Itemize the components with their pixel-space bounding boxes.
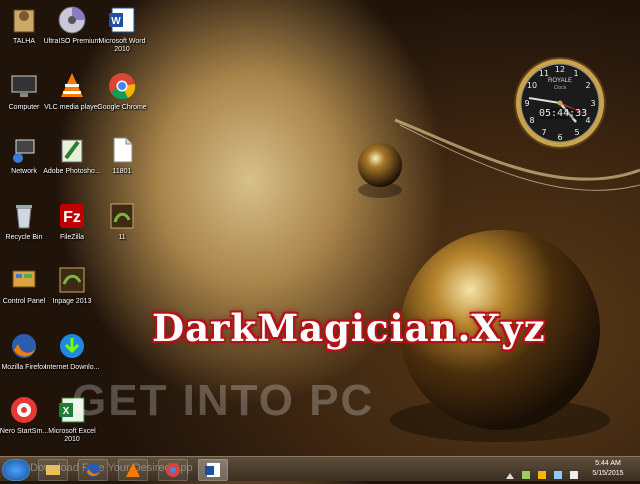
image-icon [106,200,138,232]
clock-gadget[interactable]: 12 1 2 345 678 9 10 11 ROYALE Clock 05:44:33 [513,56,607,150]
filezilla-icon: Fz [56,200,88,232]
user-folder-icon [8,4,40,36]
svg-text:X: X [63,406,70,417]
photoshop-icon [56,134,88,166]
word-icon [205,463,220,477]
svg-text:W: W [111,16,121,27]
inpage-icon [56,264,88,296]
svg-text:Fz: Fz [63,209,81,226]
control-panel-icon [8,264,40,296]
svg-text:9: 9 [524,99,529,108]
tray-expand-icon[interactable] [505,473,514,479]
tray-flag-icon[interactable] [537,471,546,479]
desktop-icon-11801[interactable]: 11801 [92,134,152,176]
svg-text:1: 1 [573,69,578,78]
nero-icon [8,394,40,426]
firefox-icon [86,463,100,477]
taskbar: Download Free Your Desired App 5:44 AM 5… [0,456,640,481]
clock-digital-readout: 05:44:33 [539,108,588,119]
taskbar-vlc-button[interactable] [118,459,148,481]
computer-icon [8,70,40,102]
svg-text:8: 8 [529,116,534,125]
svg-text:3: 3 [590,99,595,108]
desktop-icon-inpage[interactable]: Inpage 2013 [42,264,102,306]
recycle-bin-icon [8,200,40,232]
document-icon [106,134,138,166]
taskbar-word-button[interactable] [198,459,228,481]
desktop-icon-label: Microsoft Word 2010 [98,38,146,53]
desktop[interactable]: TALHA Computer Network Recycle Bin Contr… [0,0,640,456]
svg-text:5: 5 [574,128,579,137]
desktop-icon-label: 11801 [112,168,132,175]
desktop-icon-label: Google Chrome [97,104,147,111]
taskbar-time: 5:44 AM [595,460,621,467]
explorer-icon [46,465,60,475]
desktop-icon-chrome[interactable]: Google Chrome [92,70,152,112]
svg-text:12: 12 [555,65,565,74]
taskbar-firefox-button[interactable] [78,459,108,481]
svg-text:6: 6 [557,133,562,142]
firefox-icon [8,330,40,362]
desktop-icon-label: Inpage 2013 [52,298,92,305]
disc-icon [56,4,88,36]
start-button[interactable] [2,459,30,481]
desktop-icon-label: Microsoft Excel 2010 [48,428,96,443]
vlc-icon [126,463,140,477]
desktop-icon-11[interactable]: 11 [92,200,152,242]
chrome-icon [106,70,138,102]
word-icon: W [106,4,138,36]
taskbar-chrome-button[interactable] [158,459,188,481]
network-icon [8,134,40,166]
desktop-icon-idm[interactable]: Internet Downlo... [42,330,102,372]
desktop-icon-word[interactable]: W Microsoft Word 2010 [92,4,152,54]
clock-brand: ROYALE [548,78,572,84]
taskbar-date: 5/15/2015 [592,470,624,477]
svg-text:7: 7 [541,128,546,137]
idm-icon [56,330,88,362]
svg-text:11: 11 [539,69,549,78]
clock-sub: Clock [553,85,567,91]
chrome-icon [166,463,180,477]
tray-network-icon[interactable] [521,471,530,479]
watermark-darkmagician: DarkMagician.Xyz [152,306,546,350]
taskbar-clock[interactable]: 5:44 AM 5/15/2015 [582,459,634,479]
taskbar-explorer-button[interactable] [38,459,68,481]
tray-monitor-icon[interactable] [553,471,562,479]
tray-volume-icon[interactable] [570,471,578,479]
vlc-icon [56,70,88,102]
desktop-icon-label: 11 [118,234,126,241]
desktop-icon-label: Internet Downlo... [44,364,100,371]
watermark-getintopc: GET INTO PC [72,376,375,425]
